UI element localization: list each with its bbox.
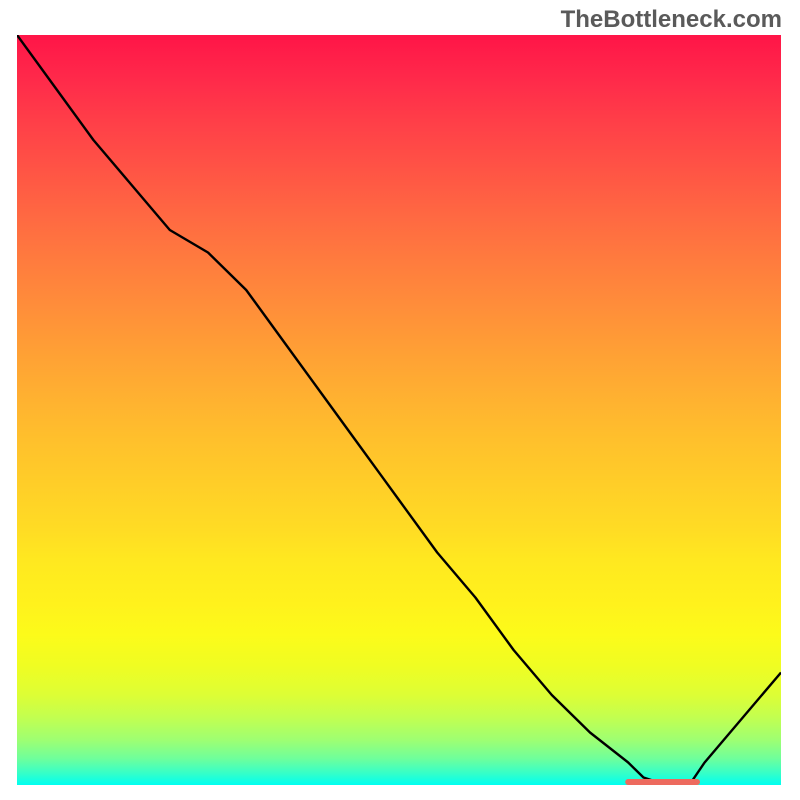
watermark-text: TheBottleneck.com bbox=[561, 6, 782, 34]
chart-plot-area bbox=[17, 35, 781, 785]
bottleneck-curve bbox=[17, 35, 781, 785]
chart-svg-layer bbox=[17, 35, 781, 785]
